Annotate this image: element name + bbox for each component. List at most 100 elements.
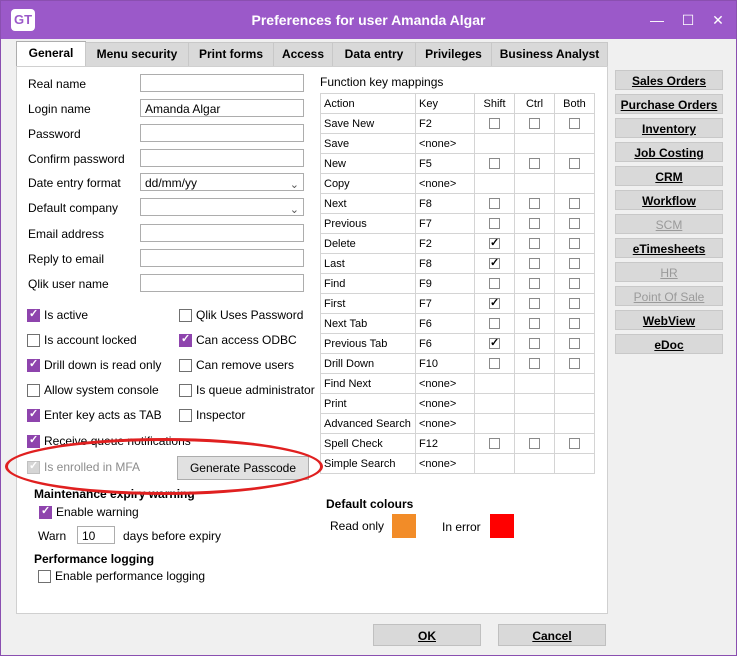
shift-checkbox[interactable]: [489, 118, 500, 130]
job-costing-button[interactable]: Job Costing: [615, 142, 723, 162]
key-cell[interactable]: F7: [415, 213, 475, 234]
can-remove-users-checkbox[interactable]: [179, 359, 192, 372]
table-row[interactable]: Find Next <none>: [320, 373, 595, 394]
purchase-orders-button[interactable]: Purchase Orders: [615, 94, 723, 114]
key-cell[interactable]: <none>: [415, 173, 475, 194]
table-row[interactable]: Save New F2: [320, 113, 595, 134]
table-row[interactable]: Spell Check F12: [320, 433, 595, 454]
enable-performance-logging-checkbox[interactable]: [38, 570, 51, 583]
table-row[interactable]: Find F9: [320, 273, 595, 294]
tab-access[interactable]: Access: [273, 42, 333, 66]
warn-days-field[interactable]: 10: [77, 526, 115, 544]
webview-button[interactable]: WebView: [615, 310, 723, 330]
qlik-uses-password-checkbox[interactable]: [179, 309, 192, 322]
read-only-color-swatch[interactable]: [392, 514, 416, 538]
table-row[interactable]: First F7: [320, 293, 595, 314]
both-checkbox[interactable]: [569, 218, 580, 230]
drill-down-read-only-checkbox[interactable]: [27, 357, 40, 372]
ctrl-checkbox[interactable]: [529, 118, 540, 130]
key-cell[interactable]: <none>: [415, 453, 475, 474]
key-cell[interactable]: F6: [415, 333, 475, 354]
both-checkbox[interactable]: [569, 298, 580, 310]
shift-checkbox[interactable]: [489, 198, 500, 210]
email-address-field[interactable]: [140, 224, 304, 242]
both-checkbox[interactable]: [569, 258, 580, 270]
key-cell[interactable]: F5: [415, 153, 475, 174]
ctrl-checkbox[interactable]: [529, 238, 540, 250]
generate-passcode-button[interactable]: Generate Passcode: [177, 456, 309, 480]
table-row[interactable]: Drill Down F10: [320, 353, 595, 374]
both-checkbox[interactable]: [569, 198, 580, 210]
shift-checkbox[interactable]: [489, 236, 500, 250]
ctrl-checkbox[interactable]: [529, 278, 540, 290]
default-company-select[interactable]: ⌄: [140, 198, 304, 216]
allow-system-console-checkbox[interactable]: [27, 384, 40, 397]
table-row[interactable]: Delete F2: [320, 233, 595, 254]
table-row[interactable]: Simple Search <none>: [320, 453, 595, 474]
shift-checkbox[interactable]: [489, 278, 500, 290]
shift-checkbox[interactable]: [489, 218, 500, 230]
ctrl-checkbox[interactable]: [529, 158, 540, 170]
shift-checkbox[interactable]: [489, 256, 500, 270]
key-cell[interactable]: F6: [415, 313, 475, 334]
enable-warning-checkbox[interactable]: [39, 504, 52, 519]
key-cell[interactable]: F8: [415, 193, 475, 214]
sales-orders-button[interactable]: Sales Orders: [615, 70, 723, 90]
ctrl-checkbox[interactable]: [529, 438, 540, 450]
shift-checkbox[interactable]: [489, 358, 500, 370]
reply-to-email-field[interactable]: [140, 249, 304, 267]
can-access-odbc-checkbox[interactable]: [179, 332, 192, 347]
table-row[interactable]: Previous F7: [320, 213, 595, 234]
table-row[interactable]: Next Tab F6: [320, 313, 595, 334]
workflow-button[interactable]: Workflow: [615, 190, 723, 210]
minimize-icon[interactable]: —: [646, 9, 668, 31]
both-checkbox[interactable]: [569, 238, 580, 250]
password-field[interactable]: [140, 124, 304, 142]
key-cell[interactable]: F7: [415, 293, 475, 314]
tab-print-forms[interactable]: Print forms: [188, 42, 274, 66]
both-checkbox[interactable]: [569, 278, 580, 290]
key-cell[interactable]: F2: [415, 233, 475, 254]
confirm-password-field[interactable]: [140, 149, 304, 167]
inspector-checkbox[interactable]: [179, 409, 192, 422]
tab-privileges[interactable]: Privileges: [415, 42, 492, 66]
table-row[interactable]: New F5: [320, 153, 595, 174]
shift-checkbox[interactable]: [489, 438, 500, 450]
table-row[interactable]: Next F8: [320, 193, 595, 214]
title-bar[interactable]: GT Preferences for user Amanda Algar — ☐…: [1, 1, 736, 39]
is-active-checkbox[interactable]: [27, 307, 40, 322]
key-cell[interactable]: F8: [415, 253, 475, 274]
close-icon[interactable]: ✕: [707, 9, 729, 31]
table-row[interactable]: Save <none>: [320, 133, 595, 154]
ctrl-checkbox[interactable]: [529, 338, 540, 350]
ctrl-checkbox[interactable]: [529, 358, 540, 370]
table-row[interactable]: Last F8: [320, 253, 595, 274]
both-checkbox[interactable]: [569, 438, 580, 450]
login-name-field[interactable]: Amanda Algar: [140, 99, 304, 117]
table-row[interactable]: Previous Tab F6: [320, 333, 595, 354]
shift-checkbox[interactable]: [489, 158, 500, 170]
table-row[interactable]: Advanced Search <none>: [320, 413, 595, 434]
tab-data-entry[interactable]: Data entry: [332, 42, 416, 66]
shift-checkbox[interactable]: [489, 318, 500, 330]
real-name-field[interactable]: [140, 74, 304, 92]
tab-business-analyst[interactable]: Business Analyst: [491, 42, 608, 66]
edoc-button[interactable]: eDoc: [615, 334, 723, 354]
is-queue-admin-checkbox[interactable]: [179, 384, 192, 397]
date-entry-format-select[interactable]: dd/mm/yy ⌄: [140, 173, 304, 191]
qlik-user-name-field[interactable]: [140, 274, 304, 292]
is-account-locked-checkbox[interactable]: [27, 334, 40, 347]
ctrl-checkbox[interactable]: [529, 298, 540, 310]
ok-button[interactable]: OK: [373, 624, 481, 646]
key-cell[interactable]: F12: [415, 433, 475, 454]
key-cell[interactable]: <none>: [415, 393, 475, 414]
cancel-button[interactable]: Cancel: [498, 624, 606, 646]
key-cell[interactable]: F10: [415, 353, 475, 374]
inventory-button[interactable]: Inventory: [615, 118, 723, 138]
table-row[interactable]: Copy <none>: [320, 173, 595, 194]
table-row[interactable]: Print <none>: [320, 393, 595, 414]
key-cell[interactable]: <none>: [415, 413, 475, 434]
ctrl-checkbox[interactable]: [529, 258, 540, 270]
receive-queue-notifications-checkbox[interactable]: [27, 433, 40, 448]
both-checkbox[interactable]: [569, 318, 580, 330]
